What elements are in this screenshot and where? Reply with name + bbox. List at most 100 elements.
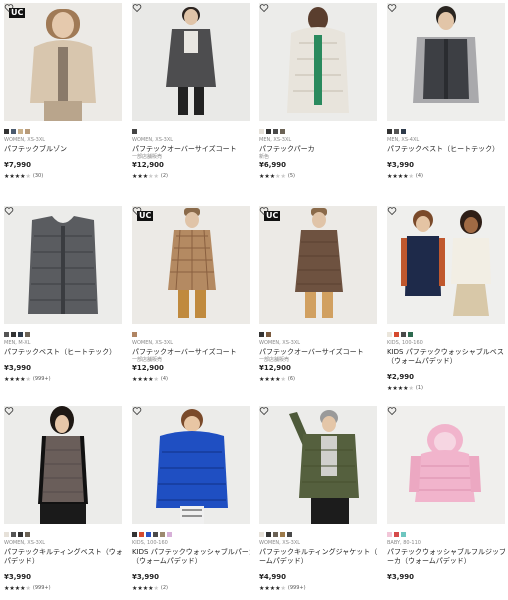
product-name[interactable]: パフテックオーバーサイズコート [259, 348, 377, 357]
product-name[interactable]: パフテックオーバーサイズコート [132, 348, 250, 357]
product-card[interactable]: BABY, 80-110 パフテックウォッシャブルフルジップパ ーカ（ウォームパ… [387, 406, 505, 592]
color-swatch[interactable] [394, 129, 399, 134]
color-swatch[interactable] [266, 129, 271, 134]
product-name-cont[interactable]: ームパデッド） [259, 557, 377, 566]
color-swatch[interactable] [394, 532, 399, 537]
color-swatch[interactable] [25, 129, 30, 134]
color-swatch[interactable] [18, 532, 23, 537]
color-swatch[interactable] [139, 532, 144, 537]
color-swatch[interactable] [387, 129, 392, 134]
color-swatch[interactable] [11, 532, 16, 537]
color-swatch[interactable] [18, 332, 23, 337]
color-swatch[interactable] [11, 129, 16, 134]
color-swatch[interactable] [25, 532, 30, 537]
heart-outline-icon[interactable] [4, 406, 14, 416]
review-count: (2) [160, 173, 168, 179]
product-image[interactable]: UC [4, 3, 122, 121]
color-swatch[interactable] [132, 332, 137, 337]
heart-outline-icon[interactable] [4, 206, 14, 216]
color-swatch[interactable] [280, 129, 285, 134]
color-swatch[interactable] [160, 532, 165, 537]
product-card[interactable]: WOMEN, XS-3XL パフテックキルティングベスト（ウォーム パデッド） … [4, 406, 122, 592]
color-swatch[interactable] [146, 532, 151, 537]
product-name[interactable]: パフテックキルティングベスト（ウォーム [4, 548, 122, 557]
color-swatch[interactable] [273, 129, 278, 134]
product-card[interactable]: KIDS, 100-160 KIDS パフテックウォッシャブルベスト （ウォーム… [387, 206, 505, 392]
product-card[interactable]: MEN, XS-3XL パフテックパーカ 新色 ¥6,990 ★★★★★ (5) [259, 3, 377, 180]
color-swatch[interactable] [387, 532, 392, 537]
product-name[interactable]: パフテックブルゾン [4, 145, 122, 154]
price: ¥12,900 [259, 364, 291, 372]
product-card[interactable]: MEN, XS-4XL パフテックベスト（ヒートテック） ¥3,990 ★★★★… [387, 3, 505, 180]
product-image[interactable] [387, 206, 505, 324]
heart-outline-icon[interactable] [387, 3, 397, 13]
product-image[interactable] [387, 406, 505, 524]
heart-outline-icon[interactable] [259, 406, 269, 416]
color-swatch[interactable] [266, 532, 271, 537]
color-swatch[interactable] [132, 129, 137, 134]
product-image[interactable] [259, 3, 377, 121]
color-swatch[interactable] [287, 532, 292, 537]
product-image[interactable] [132, 3, 250, 121]
color-swatch[interactable] [18, 129, 23, 134]
color-swatch[interactable] [4, 332, 9, 337]
product-name[interactable]: パフテックウォッシャブルフルジップパ [387, 548, 505, 557]
heart-outline-icon[interactable] [4, 3, 14, 13]
product-image[interactable] [132, 406, 250, 524]
color-swatch[interactable] [259, 532, 264, 537]
product-card[interactable]: WOMEN, XS-3XL パフテックオーバーサイズコート 一部店舗販売 ¥12… [132, 3, 250, 180]
product-card[interactable]: WOMEN, XS-3XL パフテックキルティングジャケット（ウォ ームパデッド… [259, 406, 377, 592]
color-swatch[interactable] [11, 332, 16, 337]
heart-outline-icon[interactable] [387, 206, 397, 216]
color-swatch[interactable] [259, 332, 264, 337]
product-name[interactable]: パフテックベスト（ヒートテック） [4, 348, 122, 357]
product-name-cont[interactable]: （ウォームパデッド） [387, 357, 505, 366]
color-swatch[interactable] [394, 332, 399, 337]
color-swatch[interactable] [273, 532, 278, 537]
color-swatch[interactable] [408, 332, 413, 337]
color-swatch[interactable] [25, 332, 30, 337]
product-name[interactable]: パフテックベスト（ヒートテック） [387, 145, 505, 154]
color-swatch[interactable] [401, 532, 406, 537]
color-swatch[interactable] [4, 532, 9, 537]
rating: ★★★★★ (999+) [259, 585, 377, 592]
product-name-cont[interactable]: ーカ（ウォームパデッド） [387, 557, 505, 566]
product-name[interactable]: KIDS パフテックウォッシャブルパーカ [132, 548, 250, 557]
color-swatch[interactable] [167, 532, 172, 537]
product-note [387, 566, 505, 572]
product-name-cont[interactable]: （ウォームパデッド） [132, 557, 250, 566]
product-name[interactable]: パフテックパーカ [259, 145, 377, 154]
product-name[interactable]: パフテックキルティングジャケット（ウォ [259, 548, 377, 557]
product-card[interactable]: MEN, M-XL パフテックベスト（ヒートテック） ¥3,990 ★★★★★ … [4, 206, 122, 383]
color-swatch[interactable] [280, 532, 285, 537]
color-swatch[interactable] [266, 332, 271, 337]
heart-outline-icon[interactable] [259, 206, 269, 216]
product-name-cont[interactable]: パデッド） [4, 557, 122, 566]
heart-outline-icon[interactable] [132, 206, 142, 216]
heart-outline-icon[interactable] [387, 406, 397, 416]
color-swatch[interactable] [153, 532, 158, 537]
product-image[interactable]: UC [259, 206, 377, 324]
heart-outline-icon[interactable] [259, 3, 269, 13]
product-card[interactable]: UC WOMEN, XS-3XL パフテックオーバーサイズコート 一部店舗販売 … [132, 206, 250, 383]
product-name[interactable]: KIDS パフテックウォッシャブルベスト [387, 348, 505, 357]
gender-size: KIDS, 100-160 [132, 540, 168, 546]
product-card[interactable]: UC WOMEN, XS-3XL パフテックオーバーサイズコート 一部店舗販売 … [259, 206, 377, 383]
product-image[interactable] [4, 206, 122, 324]
heart-outline-icon[interactable] [132, 3, 142, 13]
color-swatch[interactable] [401, 332, 406, 337]
color-swatch[interactable] [259, 129, 264, 134]
product-card[interactable]: KIDS, 100-160 KIDS パフテックウォッシャブルパーカ （ウォーム… [132, 406, 250, 592]
color-swatch[interactable] [401, 129, 406, 134]
product-image[interactable] [387, 3, 505, 121]
color-swatch[interactable] [132, 532, 137, 537]
heart-outline-icon[interactable] [132, 406, 142, 416]
product-image[interactable] [4, 406, 122, 524]
product-card[interactable]: UC WOMEN, XS-3XL パフテックブルゾン ¥7,990 ★★★★★ … [4, 3, 122, 180]
color-swatch[interactable] [387, 332, 392, 337]
color-swatch[interactable] [4, 129, 9, 134]
product-image[interactable]: UC [132, 206, 250, 324]
color-swatches [387, 332, 505, 337]
product-image[interactable] [259, 406, 377, 524]
product-name[interactable]: パフテックオーバーサイズコート [132, 145, 250, 154]
